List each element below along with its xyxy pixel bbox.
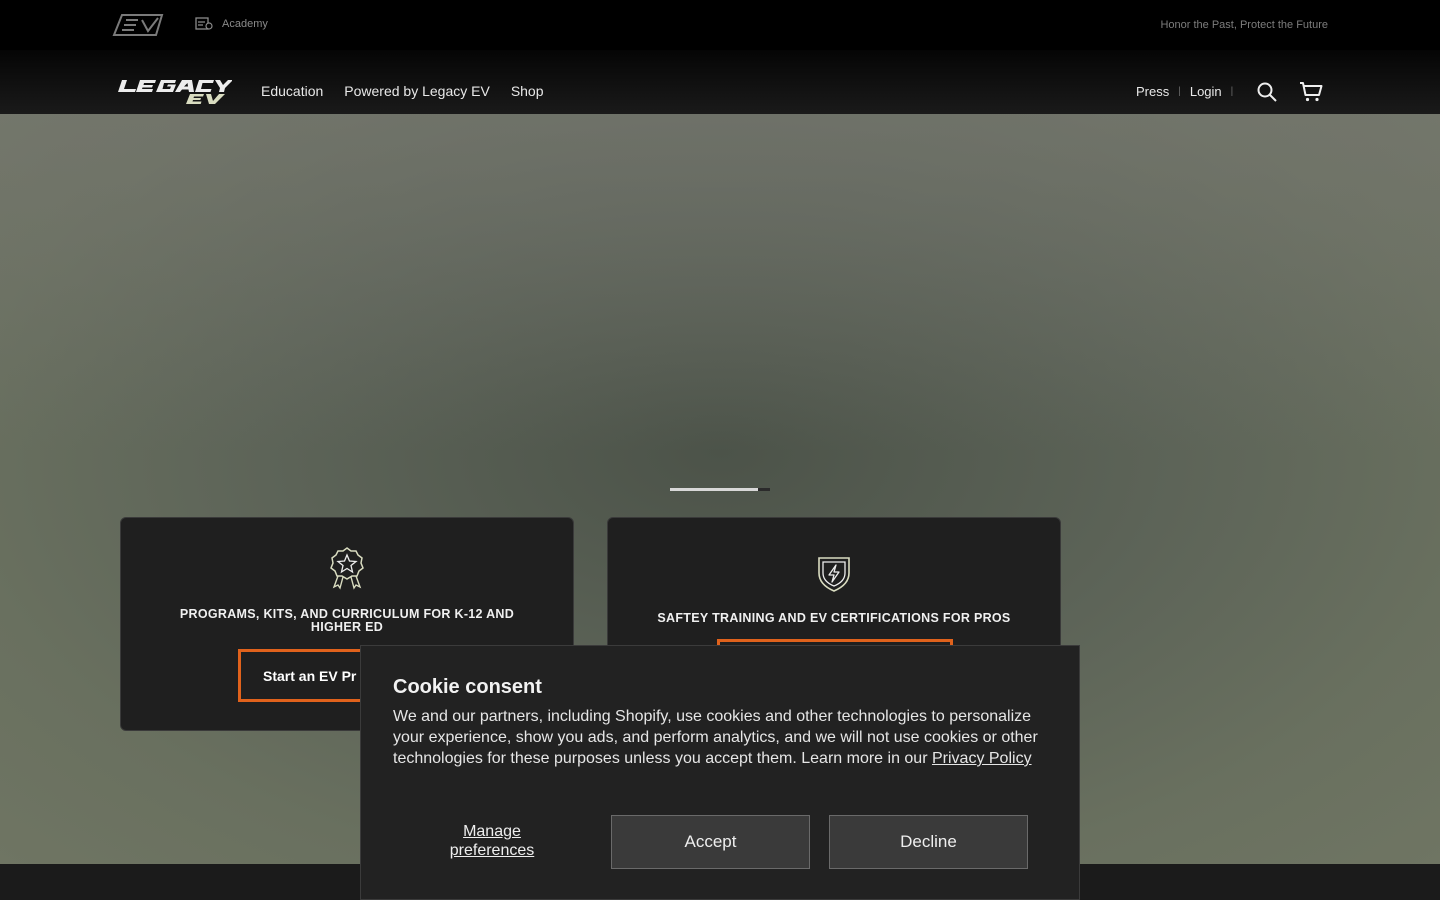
legacy-ev-logo[interactable] <box>118 76 232 106</box>
slider-progress[interactable] <box>670 488 770 491</box>
privacy-policy-link[interactable]: Privacy Policy <box>932 750 1032 767</box>
slider-progress-fill <box>670 488 758 491</box>
manage-preferences-link[interactable]: Manage preferences <box>427 822 557 860</box>
cart-icon[interactable] <box>1299 82 1323 102</box>
cookie-consent-dialog: Cookie consent We and our partners, incl… <box>360 645 1080 900</box>
nav-separator: | <box>1230 86 1234 97</box>
academy-link[interactable]: Academy <box>195 16 268 32</box>
decline-button[interactable]: Decline <box>829 815 1028 869</box>
search-icon[interactable] <box>1257 82 1277 102</box>
login-link[interactable]: Login <box>1190 84 1222 99</box>
cookie-title: Cookie consent <box>393 676 542 698</box>
nav-education[interactable]: Education <box>261 83 323 99</box>
accept-button[interactable]: Accept <box>611 815 810 869</box>
academy-label: Academy <box>222 18 268 30</box>
top-bar: Academy Honor the Past, Protect the Futu… <box>0 0 1440 50</box>
press-link[interactable]: Press <box>1136 84 1169 99</box>
award-ribbon-icon <box>330 547 364 590</box>
nav-separator: | <box>1178 86 1181 97</box>
shield-bolt-icon <box>818 557 850 592</box>
tagline: Honor the Past, Protect the Future <box>1160 19 1328 31</box>
training-card-title: SAFTEY TRAINING AND EV CERTIFICATIONS FO… <box>657 611 1011 625</box>
cookie-body: We and our partners, including Shopify, … <box>393 706 1053 769</box>
programs-card-title: PROGRAMS, KITS, AND CURRICULUM FOR K-12 … <box>179 607 515 634</box>
academy-icon <box>195 17 213 30</box>
nav-powered-by[interactable]: Powered by Legacy EV <box>344 83 490 99</box>
nav-shop[interactable]: Shop <box>511 83 544 99</box>
main-navigation: Education Powered by Legacy EV Shop Pres… <box>0 50 1440 114</box>
ev-logo-icon[interactable] <box>112 13 164 37</box>
